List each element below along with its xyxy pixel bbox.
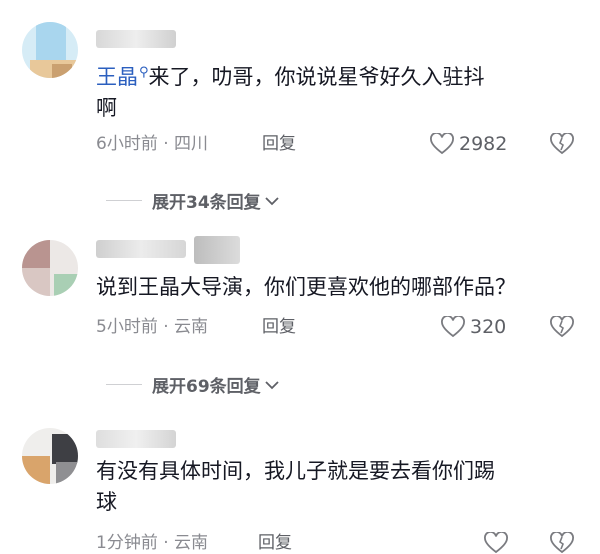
- comment-text: 王晶⚲来了，叻哥，你说说星爷好久入驻抖 啊: [96, 65, 485, 120]
- comment-meta: 6小时前 · 四川: [96, 134, 209, 154]
- mention-link[interactable]: 王晶⚲: [96, 65, 149, 89]
- like-count: 2982: [459, 133, 508, 155]
- location: 云南: [174, 533, 209, 553]
- chevron-down-icon: [265, 196, 279, 205]
- divider-line: [106, 200, 142, 201]
- location: 云南: [174, 317, 209, 337]
- search-icon: ⚲: [139, 65, 149, 80]
- avatar[interactable]: [22, 428, 78, 484]
- avatar[interactable]: [22, 240, 78, 296]
- divider-line: [106, 384, 142, 385]
- comment-text: 有没有具体时间，我儿子就是要去看你们踢 球: [96, 459, 495, 514]
- chevron-down-icon: [265, 380, 279, 389]
- comment-meta: 1分钟前 · 云南: [96, 533, 209, 553]
- timestamp: 1分钟前: [96, 533, 158, 553]
- comment-text: 说到王晶大导演，你们更喜欢他的哪部作品？: [96, 275, 516, 299]
- broken-heart-icon[interactable]: [550, 316, 574, 338]
- avatar[interactable]: [22, 22, 78, 78]
- like-button[interactable]: 2982: [430, 133, 507, 155]
- reply-button[interactable]: 回复: [258, 532, 292, 554]
- heart-outline-icon: [430, 133, 454, 155]
- reply-button[interactable]: 回复: [262, 133, 296, 155]
- broken-heart-icon[interactable]: [550, 532, 574, 554]
- username-blurred[interactable]: [96, 240, 186, 258]
- timestamp: 5小时前: [96, 317, 158, 337]
- heart-outline-icon[interactable]: [484, 532, 508, 554]
- like-button[interactable]: 320: [441, 316, 506, 338]
- like-count: 320: [470, 316, 507, 338]
- expand-replies-button[interactable]: 展开34条回复: [106, 188, 279, 213]
- timestamp: 6小时前: [96, 134, 158, 154]
- reply-button[interactable]: 回复: [262, 316, 296, 338]
- user-badge-blurred: [194, 236, 240, 264]
- comment-meta: 5小时前 · 云南: [96, 317, 209, 337]
- location: 四川: [174, 134, 209, 154]
- expand-replies-button[interactable]: 展开69条回复: [106, 372, 279, 397]
- heart-outline-icon: [441, 316, 465, 338]
- username-blurred[interactable]: [96, 430, 176, 448]
- username-blurred[interactable]: [96, 30, 176, 48]
- broken-heart-icon[interactable]: [550, 133, 574, 155]
